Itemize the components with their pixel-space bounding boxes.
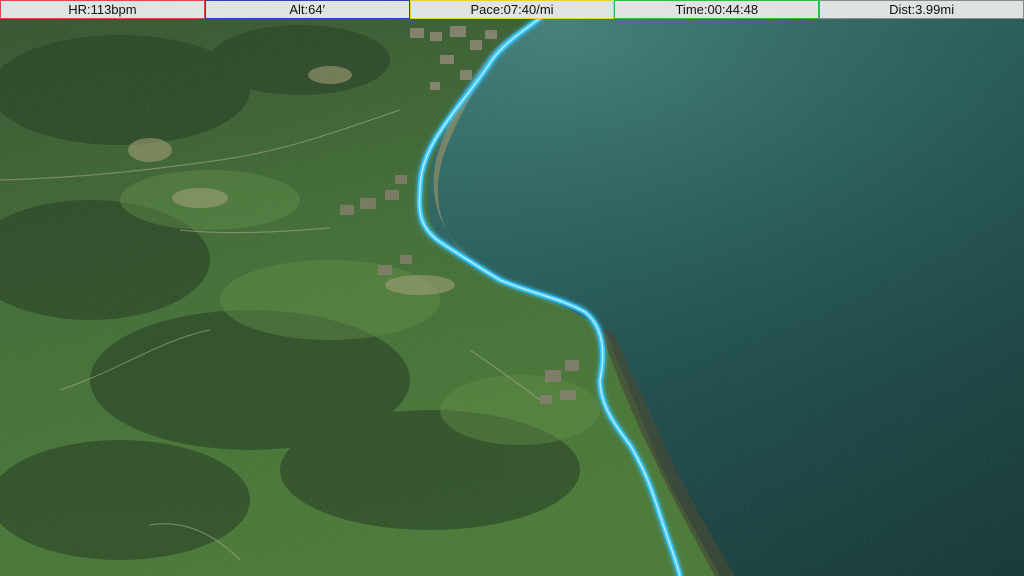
heart-rate-stat: HR:113bpm xyxy=(0,0,205,19)
pace-stat: Pace:07:40/mi xyxy=(409,0,615,19)
distance-stat: Dist:3.99mi xyxy=(819,0,1024,19)
satellite-map[interactable] xyxy=(0,0,1024,576)
time-stat: Time:00:44:48 xyxy=(614,0,820,19)
stats-bar: HR:113bpm Alt:64′ Pace:07:40/mi Time:00:… xyxy=(0,0,1024,19)
altitude-stat: Alt:64′ xyxy=(204,0,410,19)
map-viewport[interactable]: HR:113bpm Alt:64′ Pace:07:40/mi Time:00:… xyxy=(0,0,1024,576)
